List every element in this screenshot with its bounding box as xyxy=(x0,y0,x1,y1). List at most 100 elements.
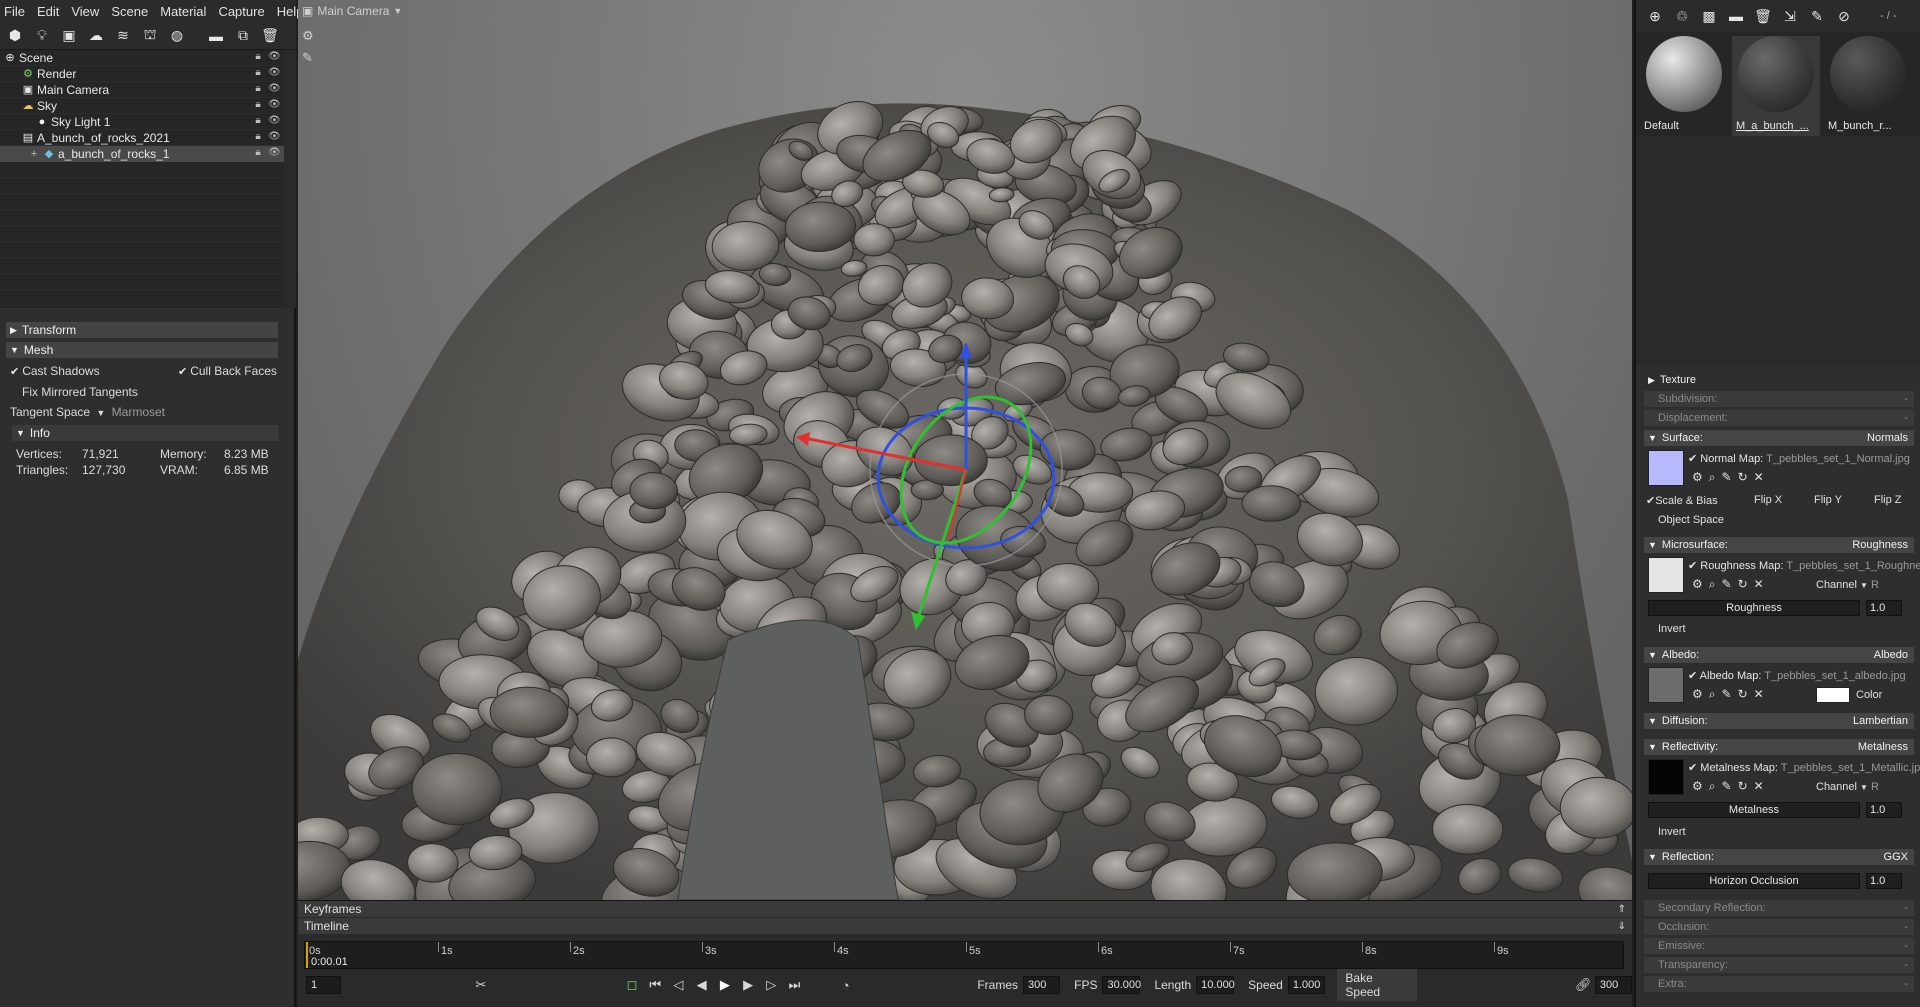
tree-item-main-camera[interactable]: ▣ Main Camera 🔒︎ 👁︎ xyxy=(0,82,284,98)
search-icon[interactable]: ⌕ xyxy=(1709,470,1716,485)
reflectivity-header[interactable]: ▼ Reflectivity: Metalness xyxy=(1644,739,1914,755)
eye-icon[interactable]: 👁︎ xyxy=(268,67,281,79)
timeline-bar[interactable]: Timeline ⇓ xyxy=(298,918,1632,934)
search-icon[interactable]: ⌕ xyxy=(1709,687,1716,702)
length-field[interactable]: 10.000 xyxy=(1196,976,1235,994)
tree-item-sky-light[interactable]: ● Sky Light 1 🔒︎ 👁︎ xyxy=(0,114,284,130)
map-filename[interactable]: T_pebbles_set_1_Roughness.jpg xyxy=(1786,560,1920,572)
lock-icon[interactable]: 🔒︎ xyxy=(252,99,264,111)
occlusion-header[interactable]: Occlusion: - xyxy=(1644,919,1914,935)
3d-viewport[interactable]: ▣ Main Camera ▼ ⚙ ✎ xyxy=(298,0,1632,900)
roughness-invert-checkbox[interactable]: Invert xyxy=(1658,623,1686,635)
refresh-icon[interactable]: ↻ xyxy=(1738,779,1748,794)
add-material-icon[interactable]: ⊕ xyxy=(1644,5,1666,27)
menu-material[interactable]: Material xyxy=(160,4,206,19)
horizon-occlusion-slider[interactable]: Horizon Occlusion xyxy=(1648,873,1860,889)
lock-icon[interactable]: 🔒︎ xyxy=(252,147,264,159)
map-filename[interactable]: T_pebbles_set_1_Normal.jpg xyxy=(1766,453,1910,465)
microsurface-header[interactable]: ▼ Microsurface: Roughness xyxy=(1644,537,1914,553)
tree-item-rocks-mesh[interactable]: + ◆ a_bunch_of_rocks_1 🔒︎ 👁︎ xyxy=(0,146,284,162)
check-icon[interactable]: ✔ xyxy=(1688,560,1697,572)
check-icon[interactable]: ✔ xyxy=(1688,762,1697,774)
eye-icon[interactable]: 👁︎ xyxy=(268,83,281,95)
sky-icon[interactable]: ☁ xyxy=(85,25,107,47)
pencil-icon[interactable]: ✎ xyxy=(1722,577,1732,592)
refresh-icon[interactable]: ↻ xyxy=(1738,687,1748,702)
end-frame-field[interactable]: 300 xyxy=(1594,976,1632,994)
open-folder-icon[interactable]: ▬ xyxy=(205,25,227,47)
map-filename[interactable]: T_pebbles_set_1_Metallic.jpg xyxy=(1781,762,1920,774)
checker-icon[interactable]: ▩ xyxy=(1698,5,1720,27)
reflectivity-mode-dropdown[interactable]: Metalness xyxy=(1858,741,1908,753)
microsurface-mode-dropdown[interactable]: Roughness xyxy=(1852,539,1908,551)
surface-header[interactable]: ▼ Surface: Normals xyxy=(1644,430,1914,446)
eye-icon[interactable]: 👁︎ xyxy=(268,131,281,143)
next-key-icon[interactable]: ▷ xyxy=(760,977,783,993)
eye-icon[interactable]: 👁︎ xyxy=(268,147,281,159)
search-icon[interactable]: ⌕ xyxy=(1709,779,1716,794)
diffusion-mode-dropdown[interactable]: Lambertian xyxy=(1853,715,1908,727)
check-icon[interactable]: ✔ xyxy=(1688,670,1697,682)
normal-map-swatch[interactable] xyxy=(1648,450,1684,486)
mesh-section-header[interactable]: ▼ Mesh xyxy=(6,342,278,358)
map-filename[interactable]: T_pebbles_set_1_albedo.jpg xyxy=(1764,670,1905,682)
flip-y-checkbox[interactable]: Flip Y xyxy=(1814,494,1842,506)
prev-key-icon[interactable]: ◁ xyxy=(667,977,690,993)
settings-gear-icon[interactable]: ⚙ xyxy=(302,28,314,44)
frames-field[interactable]: 300 xyxy=(1023,976,1061,994)
lock-icon[interactable]: 🔒︎ xyxy=(252,51,264,63)
fix-mirrored-tangents-checkbox[interactable]: Fix Mirrored Tangents xyxy=(22,385,138,399)
menu-view[interactable]: View xyxy=(71,4,99,19)
horizon-occlusion-value-field[interactable]: 1.0 xyxy=(1866,873,1902,889)
prev-frame-icon[interactable]: ◀ xyxy=(690,977,713,993)
metalness-value-field[interactable]: 1.0 xyxy=(1866,802,1902,818)
pick-tool-icon[interactable]: ✎ xyxy=(302,50,314,66)
emissive-header[interactable]: Emissive: - xyxy=(1644,938,1914,954)
collapse-icon[interactable]: ⇓ xyxy=(1618,921,1626,932)
current-frame-field[interactable]: 1 xyxy=(306,976,342,994)
close-icon[interactable]: ✕ xyxy=(1754,687,1764,702)
roughness-channel[interactable]: Channel ▼ R xyxy=(1816,579,1879,591)
roughness-map-swatch[interactable] xyxy=(1648,557,1684,593)
lock-icon[interactable]: 🔒︎ xyxy=(252,115,264,127)
speed-dial-icon[interactable]: ◔ xyxy=(834,978,857,993)
reflection-mode-dropdown[interactable]: GGX xyxy=(1884,851,1908,863)
keyframes-bar[interactable]: Keyframes ⇑ xyxy=(298,901,1632,917)
eye-icon[interactable]: 👁︎ xyxy=(268,51,281,63)
scale-bias-checkbox[interactable]: ✔Scale & Bias xyxy=(1646,494,1718,507)
material-swap-icon[interactable]: ♲ xyxy=(1671,5,1693,27)
lock-icon[interactable]: 🔒︎ xyxy=(252,83,264,95)
close-icon[interactable]: ✕ xyxy=(1754,577,1764,592)
material-thumb-rocks[interactable]: M_a_bunch_... xyxy=(1732,36,1820,136)
delete-icon[interactable]: 🗑︎ xyxy=(259,25,281,47)
transform-section-header[interactable]: ▶ Transform xyxy=(6,322,278,338)
eye-icon[interactable]: 👁︎ xyxy=(268,115,281,127)
menu-edit[interactable]: Edit xyxy=(37,4,59,19)
surface-mode-dropdown[interactable]: Normals xyxy=(1867,432,1908,444)
open-folder-icon[interactable]: ▬ xyxy=(1725,5,1747,27)
metalness-slider[interactable]: Metalness xyxy=(1648,802,1860,818)
next-frame-icon[interactable]: ▶ xyxy=(736,977,759,993)
pencil-icon[interactable]: ✎ xyxy=(1722,779,1732,794)
shadow-catcher-icon[interactable]: ⛫ xyxy=(139,25,161,47)
check-icon[interactable]: ✔ xyxy=(1688,453,1697,465)
scissors-icon[interactable]: ✂ xyxy=(469,977,492,993)
menu-capture[interactable]: Capture xyxy=(218,4,264,19)
search-icon[interactable]: ⌕ xyxy=(1709,577,1716,592)
roughness-slider[interactable]: Roughness xyxy=(1648,600,1860,616)
metalness-map-swatch[interactable] xyxy=(1648,759,1684,795)
dropdown-arrow-icon[interactable]: ▼ xyxy=(96,408,105,418)
tree-item-sky[interactable]: ☁ Sky 🔒︎ 👁︎ xyxy=(0,98,284,114)
apply-icon[interactable]: ⇲ xyxy=(1779,5,1801,27)
flip-z-checkbox[interactable]: Flip Z xyxy=(1874,494,1902,506)
pick-material-icon[interactable]: ✎ xyxy=(1806,5,1828,27)
metalness-invert-checkbox[interactable]: Invert xyxy=(1658,826,1686,838)
gear-icon[interactable]: ⚙ xyxy=(1692,577,1703,592)
tree-item-scene[interactable]: ⊕ Scene 🔒︎ 👁︎ xyxy=(0,50,284,66)
playhead-marker[interactable] xyxy=(306,942,308,968)
refresh-icon[interactable]: ↻ xyxy=(1738,577,1748,592)
extra-header[interactable]: Extra: - xyxy=(1644,976,1914,992)
roughness-value-field[interactable]: 1.0 xyxy=(1866,600,1902,616)
object-space-checkbox[interactable]: Object Space xyxy=(1658,514,1724,526)
camera-icon[interactable]: ▣ xyxy=(58,25,80,47)
